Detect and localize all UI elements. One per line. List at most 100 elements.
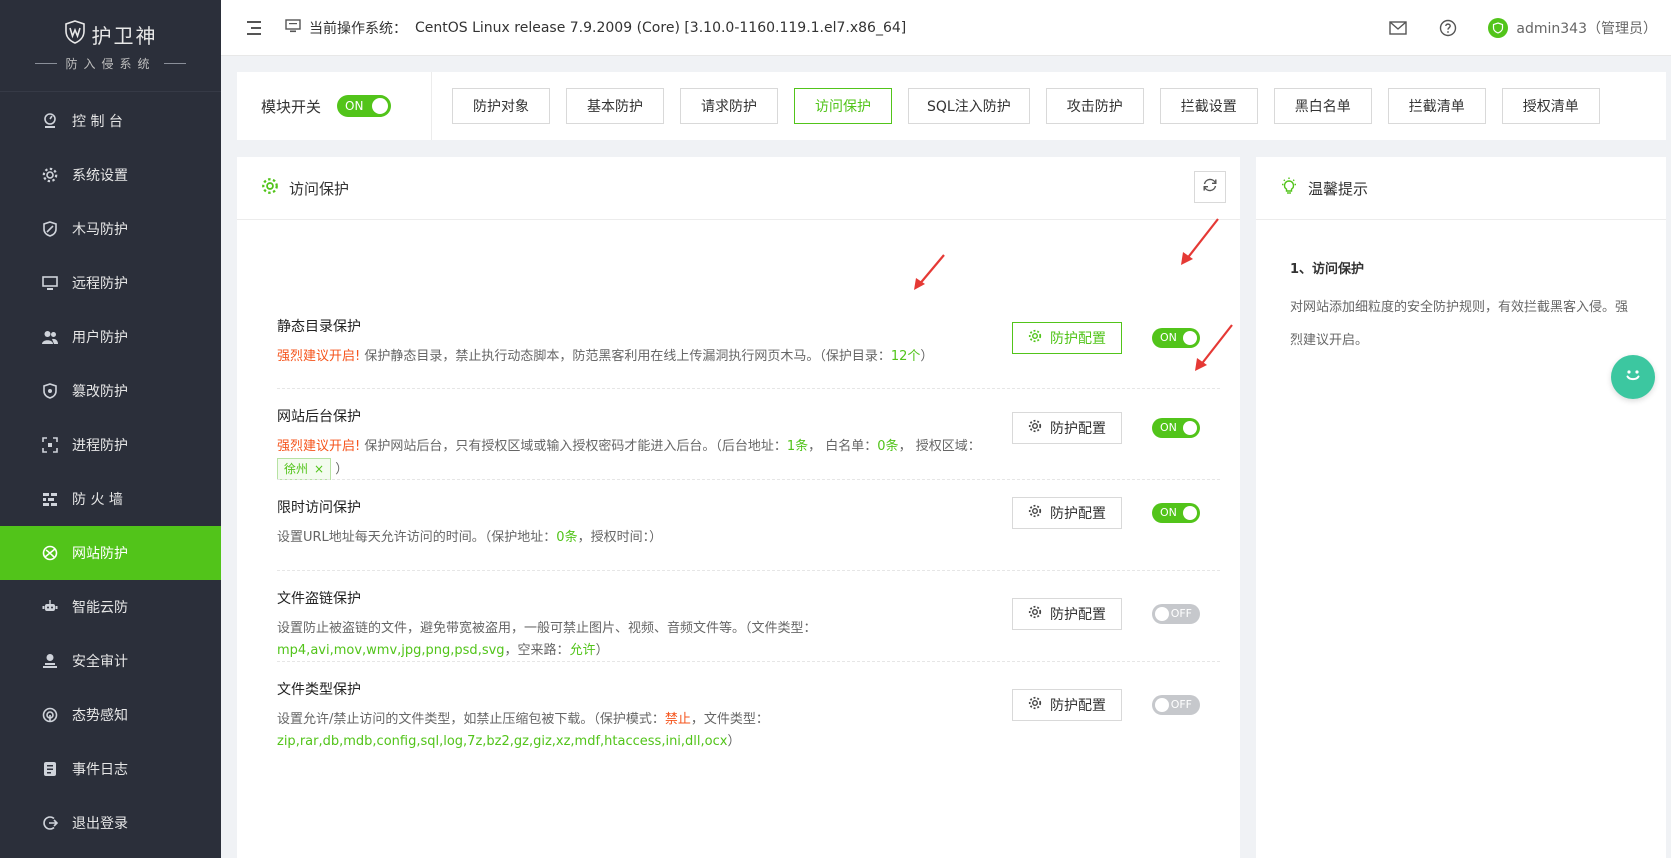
gear-icon — [1028, 504, 1042, 522]
config-button[interactable]: 防护配置 — [1012, 598, 1122, 630]
sidebar-item-label: 木马防护 — [72, 222, 128, 238]
tips-subtitle: 1、访问保护 — [1290, 262, 1365, 277]
shield-icon — [40, 219, 60, 239]
radar-icon — [40, 705, 60, 725]
gear-icon — [1028, 605, 1042, 623]
sidebar-item-trojan[interactable]: 木马防护 — [0, 202, 221, 256]
sidebar-item-label: 智能云防 — [72, 600, 128, 616]
tab-intercept-settings[interactable]: 拦截设置 — [1159, 88, 1258, 124]
sidebar-item-label: 事件日志 — [72, 762, 128, 778]
globe-icon — [40, 543, 60, 563]
robot-icon — [40, 597, 60, 617]
config-button[interactable]: 防护配置 — [1012, 412, 1122, 444]
audit-icon — [40, 651, 60, 671]
sidebar-item-label: 网站防护 — [72, 546, 128, 562]
sidebar-item-label: 安全审计 — [72, 654, 128, 670]
gear-icon — [261, 177, 279, 199]
sidebar-item-cloud[interactable]: 智能云防 — [0, 580, 221, 634]
tips-title: 温馨提示 — [1308, 179, 1369, 198]
process-icon — [40, 435, 60, 455]
sidebar-item-tamper[interactable]: 篡改防护 — [0, 364, 221, 418]
tab-request[interactable]: 请求防护 — [680, 88, 778, 124]
config-button[interactable]: 防护配置 — [1012, 322, 1122, 354]
chat-bot-button[interactable] — [1611, 355, 1655, 399]
computer-icon — [285, 18, 301, 37]
sidebar-item-logout[interactable]: 退出登录 — [0, 796, 221, 850]
users-icon — [40, 327, 60, 347]
row-static-dir: 静态目录保护 强烈建议开启! 保护静态目录，禁止执行动态脚本，防范黑客利用在线上… — [277, 316, 1220, 368]
row-desc: 强烈建议开启! 保护静态目录，禁止执行动态脚本，防范黑客利用在线上传漏洞执行网页… — [277, 349, 934, 364]
menu-toggle-icon[interactable] — [243, 20, 261, 35]
brand: 护卫神 防入侵系统 — [0, 0, 221, 92]
row-desc: 设置允许/禁止访问的文件类型，如禁止压缩包被下载。（保护模式：禁止，文件类型： z… — [277, 712, 769, 749]
sidebar-item-process[interactable]: 进程防护 — [0, 418, 221, 472]
sidebar-item-situation[interactable]: 态势感知 — [0, 688, 221, 742]
sidebar-item-website[interactable]: 网站防护 — [0, 526, 221, 580]
help-icon[interactable] — [1438, 18, 1458, 38]
region-chip: 徐州 × — [277, 458, 332, 480]
tab-intercept-list[interactable]: 拦截清单 — [1387, 88, 1486, 124]
gear-icon — [1028, 696, 1042, 714]
row-desc: 强烈建议开启! 保护网站后台，只有授权区域或输入授权密码才能进入后台。（后台地址… — [277, 436, 987, 481]
tips-text: 对网站添加细粒度的安全防护规则，有效拦截黑客入侵。强烈建议开启。 — [1290, 300, 1629, 348]
config-button[interactable]: 防护配置 — [1012, 689, 1122, 721]
tab-basic[interactable]: 基本防护 — [566, 88, 664, 124]
logout-icon — [40, 813, 60, 833]
user-avatar-icon — [1488, 17, 1509, 38]
sidebar-item-label: 控 制 台 — [72, 114, 123, 130]
link-whitelist-count[interactable]: 0条 — [877, 439, 898, 454]
tab-auth-list[interactable]: 授权清单 — [1501, 88, 1600, 124]
row-toggle[interactable]: ON — [1152, 328, 1200, 348]
link-empty-referer[interactable]: 允许 — [570, 643, 596, 658]
lock-icon — [40, 381, 60, 401]
sidebar-item-firewall[interactable]: 防 火 墙 — [0, 472, 221, 526]
sidebar-item-label: 远程防护 — [72, 276, 128, 292]
sidebar-item-dashboard[interactable]: 控 制 台 — [0, 94, 221, 148]
gear-icon — [1028, 419, 1042, 437]
row-toggle[interactable]: ON — [1152, 503, 1200, 523]
link-dir-count[interactable]: 12个 — [891, 349, 921, 364]
tab-attack[interactable]: 攻击防护 — [1045, 88, 1144, 124]
tips-panel: 温馨提示 1、访问保护 对网站添加细粒度的安全防护规则，有效拦截黑客入侵。强烈建… — [1256, 157, 1666, 858]
row-toggle[interactable]: OFF — [1152, 604, 1200, 624]
row-admin-backend: 网站后台保护 强烈建议开启! 保护网站后台，只有授权区域或输入授权密码才能进入后… — [277, 406, 1220, 481]
smile-icon — [1621, 363, 1645, 391]
link-url-count[interactable]: 0条 — [556, 530, 577, 545]
toggle-state: ON — [345, 99, 364, 113]
sidebar-item-audit[interactable]: 安全审计 — [0, 634, 221, 688]
tab-protect-target[interactable]: 防护对象 — [452, 88, 550, 124]
gear-icon — [40, 165, 60, 185]
os-value: CentOS Linux release 7.9.2009 (Core) [3.… — [415, 19, 907, 36]
row-toggle[interactable]: OFF — [1152, 695, 1200, 715]
link-protect-mode[interactable]: 禁止 — [665, 712, 691, 727]
sidebar-item-label: 防 火 墙 — [72, 492, 123, 508]
link-file-types[interactable]: mp4,avi,mov,wmv,jpg,png,psd,svg — [277, 643, 505, 658]
module-switch-label: 模块开关 — [261, 97, 322, 116]
sidebar-item-remote[interactable]: 远程防护 — [0, 256, 221, 310]
config-button[interactable]: 防护配置 — [1012, 497, 1122, 529]
module-toggle[interactable]: ON — [337, 95, 392, 117]
refresh-icon — [1202, 177, 1218, 197]
tab-black-white-list[interactable]: 黑白名单 — [1273, 88, 1372, 124]
access-protection-panel: 访问保护 静态目录保护 强烈建议开启! 保护静态目录，禁止执行动态脚本，防范黑客… — [237, 157, 1240, 858]
refresh-button[interactable] — [1194, 171, 1226, 203]
sidebar-item-label: 系统设置 — [72, 168, 128, 184]
mail-icon[interactable] — [1388, 18, 1408, 38]
tab-sql-injection[interactable]: SQL注入防护 — [908, 88, 1030, 124]
sidebar-item-settings[interactable]: 系统设置 — [0, 148, 221, 202]
link-admin-count[interactable]: 1条 — [787, 439, 808, 454]
sidebar-item-label: 篡改防护 — [72, 384, 128, 400]
row-hotlink: 文件盗链保护 设置防止被盗链的文件，避免带宽被盗用，一般可禁止图片、视频、音频文… — [277, 588, 1220, 662]
user-menu[interactable]: admin343（管理员） — [1488, 17, 1657, 38]
close-icon[interactable]: × — [314, 458, 324, 480]
sidebar-item-users[interactable]: 用户防护 — [0, 310, 221, 364]
panel-title: 访问保护 — [289, 179, 350, 198]
row-toggle[interactable]: ON — [1152, 418, 1200, 438]
sidebar-item-logs[interactable]: 事件日志 — [0, 742, 221, 796]
link-file-type-list[interactable]: zip,rar,db,mdb,config,sql,log,7z,bz2,gz,… — [277, 734, 727, 749]
user-name: admin343（管理员） — [1516, 20, 1657, 37]
tab-access[interactable]: 访问保护 — [794, 88, 892, 124]
brand-subtitle: 防入侵系统 — [65, 56, 156, 71]
sidebar-nav: 控 制 台 系统设置 木马防护 远程防护 用户防护 篡改防护 进程防护 防 火 — [0, 94, 221, 850]
lightbulb-icon — [1280, 177, 1298, 199]
